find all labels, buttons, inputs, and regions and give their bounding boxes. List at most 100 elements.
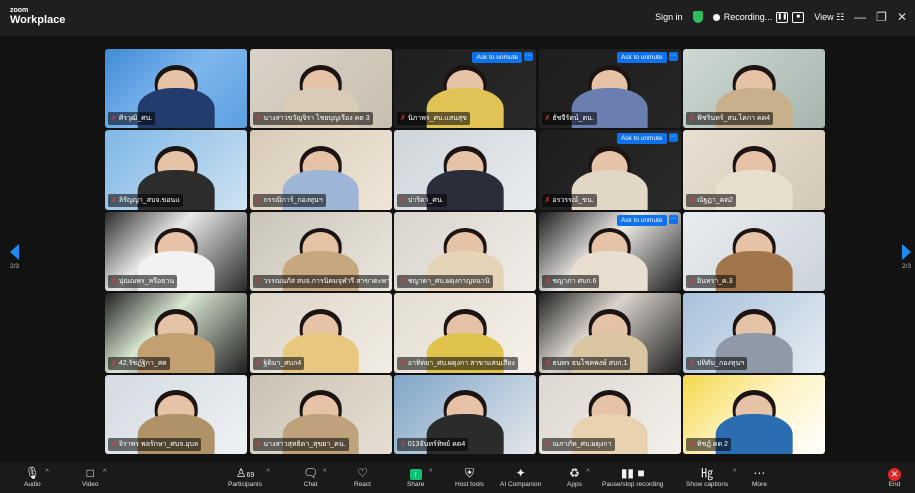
participant-tile[interactable]: ✗ ธัชจีรัตน์_ตน. Ask to unmute ··· bbox=[538, 49, 681, 129]
muted-mic-icon: ✗ bbox=[255, 115, 262, 123]
muted-mic-icon: ✗ bbox=[689, 196, 695, 204]
close-icon[interactable]: ✕ bbox=[897, 10, 907, 24]
react-button[interactable]: ♡ React bbox=[354, 466, 371, 488]
participant-name: ปาริดา_ศน. bbox=[407, 196, 444, 204]
apps-icon: ♻ bbox=[569, 466, 580, 480]
chevron-up-icon[interactable]: ^ bbox=[45, 469, 48, 476]
participant-name: ปุณณพร_หรือธาน bbox=[118, 278, 175, 286]
muted-mic-icon: ✗ bbox=[400, 196, 406, 204]
participant-name-tag: ✗ กรรณิการ์_กองทุนฯ bbox=[252, 193, 326, 207]
ask-to-unmute-button[interactable]: Ask to unmute bbox=[616, 214, 667, 226]
muted-mic-icon: ✗ bbox=[111, 440, 117, 448]
participant-name: ศิรวุฒิ_ศน. bbox=[118, 115, 153, 123]
participant-name-tag: ✗ ธนพร ธนโชคพงษ์ สบก.1 bbox=[541, 356, 631, 370]
more-button[interactable]: ⋯ More bbox=[752, 466, 767, 488]
participant-name: ฟัชรินทร์_สน.โคกา คต4 bbox=[696, 115, 771, 123]
ai-companion-label: AI Companion bbox=[500, 481, 542, 488]
participant-tile[interactable]: ✗ ชญาดา_ศบ.ผดุงกาญจนานิ bbox=[394, 211, 536, 292]
participant-tile[interactable]: ✗ อินทรา_ค.3 bbox=[683, 211, 825, 292]
next-page-button[interactable]: 2/3 bbox=[902, 244, 911, 270]
participant-tile[interactable]: ✗ กรรณิการ์_กองทุนฯ bbox=[249, 130, 392, 210]
share-button[interactable]: ↑ Share ^ bbox=[407, 466, 432, 488]
participant-tile[interactable]: ✗ อาทิตยา_ศบ.ผดุงกา สาขาแสนเสียง bbox=[394, 293, 536, 373]
tile-more-options-button[interactable]: ··· bbox=[668, 133, 678, 143]
sign-in-link[interactable]: Sign in bbox=[655, 12, 683, 22]
ask-to-unmute-button[interactable]: Ask to unmute bbox=[472, 52, 522, 63]
end-button[interactable]: ✕ End bbox=[888, 466, 901, 488]
show-captions-button[interactable]: ㋌ Show captions ^ bbox=[686, 466, 736, 488]
muted-mic-icon: ✗ bbox=[255, 440, 262, 448]
participant-tile[interactable]: ✗ ฐิติมา_ศบก4 bbox=[249, 293, 392, 373]
participant-name-tag: ✗ อาทิตยา_ศบ.ผดุงกา สาขาแสนเสียง bbox=[397, 356, 518, 370]
participant-tile[interactable]: ✗ 013จันทร์ทิพย์ คต4 bbox=[394, 374, 536, 454]
page-indicator-left: 2/3 bbox=[10, 263, 20, 270]
participant-tile[interactable]: ✗ ปทิตัม_กองทุนฯ bbox=[683, 293, 825, 373]
participant-tile[interactable]: ✗ ปาริดา_ศน. bbox=[394, 130, 536, 210]
participant-tile[interactable]: ✗ นางสาวสุทธิดา_สุขยา_คน. bbox=[249, 374, 392, 454]
chevron-up-icon[interactable]: ^ bbox=[323, 469, 326, 476]
participant-name-tag: ✗ จิราพร พลรักษา_ศบจ.อุบล bbox=[108, 437, 202, 451]
chat-button[interactable]: 🗨 Chat ^ bbox=[303, 466, 326, 488]
tile-more-options-button[interactable]: ··· bbox=[668, 52, 678, 61]
participant-name-tag: ✗ ปุณณพร_หรือธาน bbox=[108, 275, 178, 289]
ai-companion-button[interactable]: ✦ AI Companion bbox=[500, 466, 541, 488]
participant-name-tag: ✗ นางสาวสุทธิดา_สุขยา_คน. bbox=[252, 437, 349, 451]
view-button[interactable]: View ☷ bbox=[814, 12, 844, 23]
react-label: React bbox=[354, 481, 371, 488]
participant-tile[interactable]: ✗ ปุณณพร_หรือธาน bbox=[105, 211, 247, 292]
participant-name-tag: ✗ ธัชจีรัตน์_ตน. bbox=[541, 112, 597, 126]
chevron-up-icon[interactable]: ^ bbox=[267, 469, 270, 476]
apps-button[interactable]: ♻ Apps ^ bbox=[567, 466, 590, 488]
audio-button[interactable]: 🎙 Audio ^ bbox=[24, 466, 49, 488]
chevron-up-icon[interactable]: ^ bbox=[733, 469, 736, 476]
participant-tile[interactable]: ✗ อรวรรณ์_ขน. Ask to unmute ··· bbox=[538, 130, 681, 210]
chevron-up-icon[interactable]: ^ bbox=[429, 469, 432, 476]
participant-tile[interactable]: ✗ ลิรัญญา_สบจ.ขอนแ bbox=[105, 130, 247, 210]
participant-tile[interactable]: ✗ ณัฐฏา_คต2 bbox=[683, 130, 825, 210]
muted-mic-icon: ✗ bbox=[689, 440, 695, 448]
view-label: View bbox=[814, 11, 834, 22]
shield-icon[interactable] bbox=[692, 11, 703, 23]
restore-icon[interactable]: ❐ bbox=[876, 10, 887, 24]
top-bar: zoom Workplace Sign in Recording... ❚❚ ■… bbox=[0, 0, 915, 36]
participant-tile[interactable]: ✗วรรณนภัส สบจ.การนิคมจุฬารี สาขาตะพานหิน bbox=[249, 211, 392, 292]
zoom-workplace-logo: zoom Workplace bbox=[10, 7, 65, 26]
ask-to-unmute-button[interactable]: Ask to unmute bbox=[616, 52, 667, 63]
muted-mic-icon: ✗ bbox=[400, 278, 406, 286]
minimize-icon[interactable]: — bbox=[854, 10, 866, 24]
tile-more-options-button[interactable]: ··· bbox=[668, 214, 678, 224]
participant-name: ฐิติมา_ศบก4 bbox=[263, 359, 302, 367]
stop-icon[interactable]: ■ bbox=[792, 11, 805, 23]
chat-icon: 🗨 bbox=[303, 466, 319, 480]
participant-tile[interactable]: ✗ 42.รัชฎ์ฐิกา_สค bbox=[105, 293, 247, 373]
participant-name-tag: ✗ ชญาดา_ศบ.ผดุงกาญจนานิ bbox=[397, 275, 493, 289]
participant-tile[interactable]: ✗ ณภาภัท_ศบ.ผดุงกา bbox=[538, 374, 681, 454]
participant-tile[interactable]: ✗ นิภาพร_ศบ.แสนสุข Ask to unmute ··· bbox=[394, 49, 536, 129]
gallery-grid: ✗ ศิรวุฒิ_ศน. ✗ นางสาวขวัญจิรา ไชยบุญเรือง … bbox=[104, 48, 826, 455]
previous-page-button[interactable]: 2/3 bbox=[10, 244, 19, 270]
participant-tile[interactable]: ✗ ฟัชรินทร์_สน.โคกา คต4 bbox=[683, 49, 825, 129]
participant-tile[interactable]: ✗ ธนพร ธนโชคพงษ์ สบก.1 bbox=[538, 293, 681, 373]
chevron-up-icon[interactable]: ^ bbox=[103, 469, 106, 476]
host-tools-button[interactable]: ⛨ Host tools bbox=[455, 466, 484, 488]
participant-name: 42.รัชฎ์ฐิกา_สค bbox=[118, 359, 167, 367]
chevron-up-icon[interactable]: ^ bbox=[587, 469, 590, 476]
pause-icon[interactable]: ❚❚ bbox=[776, 11, 789, 23]
muted-mic-icon: ✗ bbox=[544, 359, 551, 367]
muted-mic-icon: ✗ bbox=[400, 440, 406, 448]
video-button[interactable]: □ Video ^ bbox=[82, 466, 107, 488]
participant-tile[interactable]: ✗ นางสาวขวัญจิรา ไชยบุญเรือง คต 3 bbox=[249, 49, 392, 129]
participants-icon: ♙69 bbox=[235, 466, 255, 480]
ask-to-unmute-button[interactable]: Ask to unmute bbox=[616, 133, 667, 145]
participant-name-tag: ✗ ณภาภัท_ศบ.ผดุงกา bbox=[541, 437, 615, 451]
recording-indicator[interactable]: Recording... ❚❚ ■ bbox=[712, 11, 805, 23]
video-label: Video bbox=[82, 481, 99, 488]
participant-tile[interactable]: ✗ ชญาภา ศบก.6 Ask to unmute ··· bbox=[538, 211, 681, 292]
participant-tile[interactable]: ✗ จิราพร พลรักษา_ศบจ.อุบล bbox=[105, 374, 247, 454]
pause-stop-recording-button[interactable]: ▮▮ ■ Pause/stop recording bbox=[602, 466, 663, 488]
participant-tile[interactable]: ✗ ศิรวุฒิ_ศน. bbox=[105, 49, 247, 129]
participant-tile[interactable]: ✗ ทิชฎ์ คต 2 bbox=[683, 374, 825, 454]
participants-button[interactable]: ♙69 Participants ^ bbox=[228, 466, 270, 488]
tile-more-options-button[interactable]: ··· bbox=[524, 52, 533, 61]
participant-name: ปทิตัม_กองทุนฯ bbox=[696, 359, 745, 367]
